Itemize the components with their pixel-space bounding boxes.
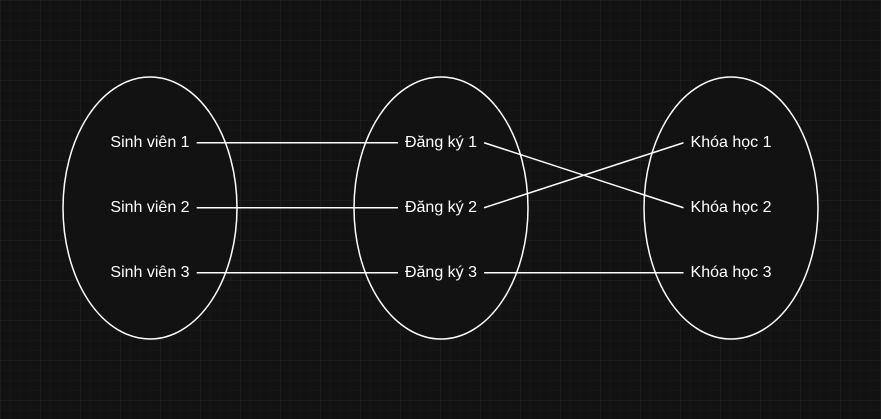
course-item-3[interactable]: Khóa học 3 (691, 264, 772, 281)
student-item-1[interactable]: Sinh viên 1 (110, 134, 189, 151)
student-item-2[interactable]: Sinh viên 2 (110, 199, 189, 216)
mapping-diagram-canvas: Sinh viên 1 Sinh viên 2 Sinh viên 3 Đăng… (0, 0, 881, 419)
registration-item-1[interactable]: Đăng ký 1 (405, 134, 477, 151)
registration-item-3[interactable]: Đăng ký 3 (405, 264, 477, 281)
course-item-1[interactable]: Khóa học 1 (691, 134, 772, 151)
registration-item-2[interactable]: Đăng ký 2 (405, 199, 477, 216)
course-item-2[interactable]: Khóa học 2 (691, 199, 772, 216)
student-item-3[interactable]: Sinh viên 3 (110, 264, 189, 281)
